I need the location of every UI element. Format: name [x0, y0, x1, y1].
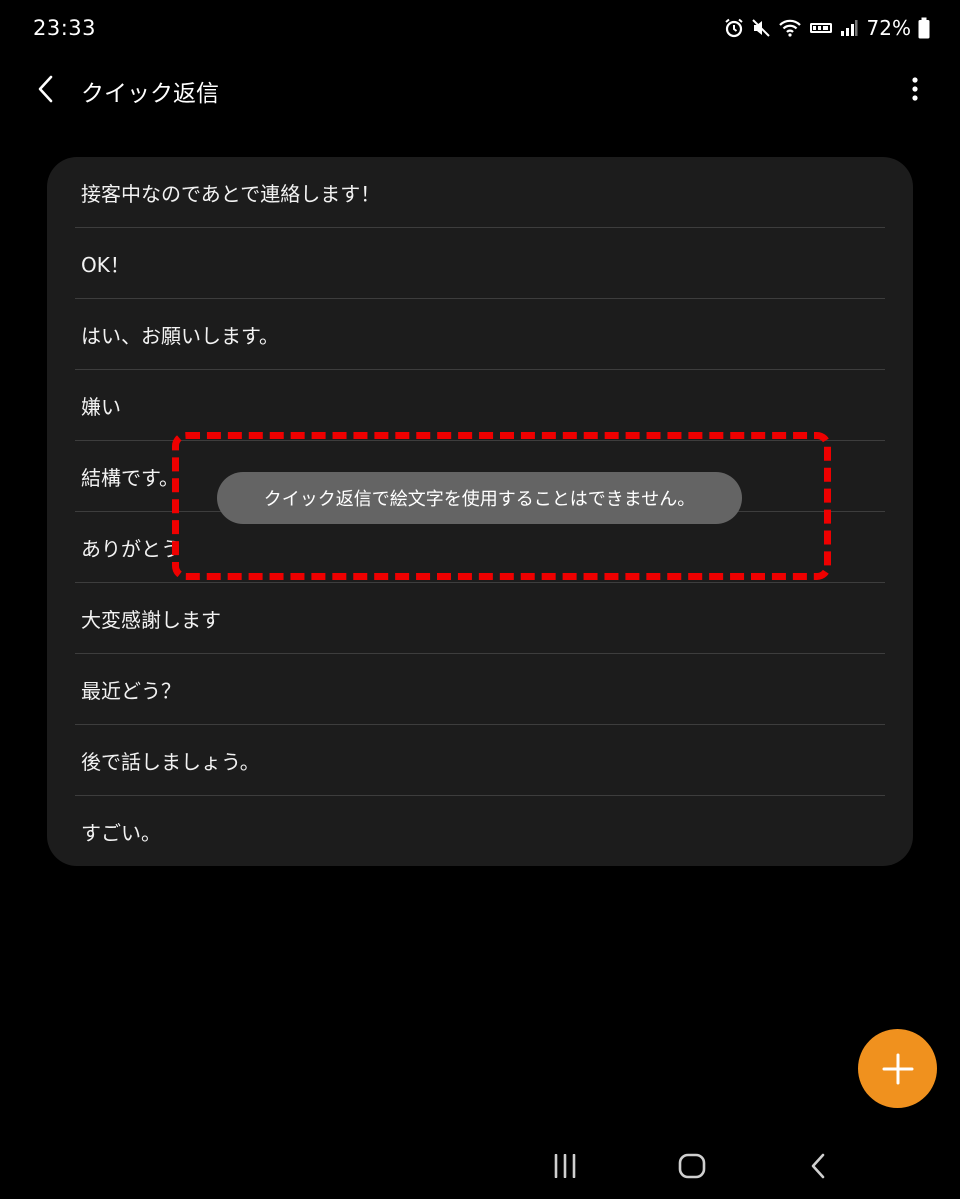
quick-reply-text: 最近どう？: [81, 679, 181, 703]
quick-reply-text: 大変感謝します: [81, 608, 221, 632]
quick-reply-text: 接客中なのであとで連絡します！: [81, 182, 381, 206]
alarm-icon: [724, 18, 744, 38]
home-button[interactable]: [670, 1146, 714, 1186]
quick-reply-item[interactable]: OK！: [75, 228, 885, 299]
home-icon: [678, 1153, 706, 1179]
chevron-left-icon: [38, 75, 53, 103]
page-title: クイック返信: [81, 81, 219, 107]
status-icons: 72%: [724, 14, 930, 42]
back-button[interactable]: [26, 66, 66, 112]
quick-reply-item[interactable]: 嫌い: [75, 370, 885, 441]
quick-reply-text: OK！: [81, 253, 130, 277]
recent-apps-button[interactable]: [543, 1146, 587, 1186]
toast: クイック返信で絵文字を使用することはできません。: [217, 472, 742, 524]
back-nav-icon: [811, 1153, 825, 1179]
quick-reply-text: ありがとう: [81, 537, 181, 561]
more-options-button[interactable]: [900, 68, 930, 110]
recent-apps-icon: [554, 1154, 576, 1178]
volte-icon: [809, 18, 833, 38]
quick-reply-text: はい、お願いします。: [81, 324, 279, 348]
mute-icon: [751, 18, 771, 38]
plus-icon: [882, 1053, 913, 1084]
quick-reply-item[interactable]: 最近どう？: [75, 654, 885, 725]
quick-reply-item[interactable]: 大変感謝します: [75, 583, 885, 654]
battery-percent: 72%: [866, 16, 911, 40]
quick-reply-text: 後で話しましょう。: [81, 750, 260, 774]
navigation-bar: [0, 1132, 960, 1199]
wifi-icon: [778, 18, 802, 38]
quick-reply-text: 結構です。: [81, 466, 179, 490]
signal-icon: [840, 18, 858, 38]
status-time: 23:33: [33, 16, 97, 40]
add-reply-button[interactable]: [858, 1029, 937, 1108]
quick-reply-text: すごい。: [81, 821, 161, 845]
quick-reply-item[interactable]: 接客中なのであとで連絡します！: [75, 157, 885, 228]
status-bar: 23:33 72%: [0, 0, 960, 56]
quick-reply-item[interactable]: はい、お願いします。: [75, 299, 885, 370]
toast-message: クイック返信で絵文字を使用することはできません。: [263, 489, 696, 510]
battery-icon: [918, 17, 930, 39]
more-vertical-icon: [912, 77, 918, 101]
quick-reply-item[interactable]: 後で話しましょう。: [75, 725, 885, 796]
back-nav-button[interactable]: [797, 1146, 841, 1186]
quick-reply-item[interactable]: すごい。: [75, 796, 885, 866]
quick-reply-text: 嫌い: [81, 395, 121, 419]
app-bar: クイック返信: [0, 56, 960, 122]
